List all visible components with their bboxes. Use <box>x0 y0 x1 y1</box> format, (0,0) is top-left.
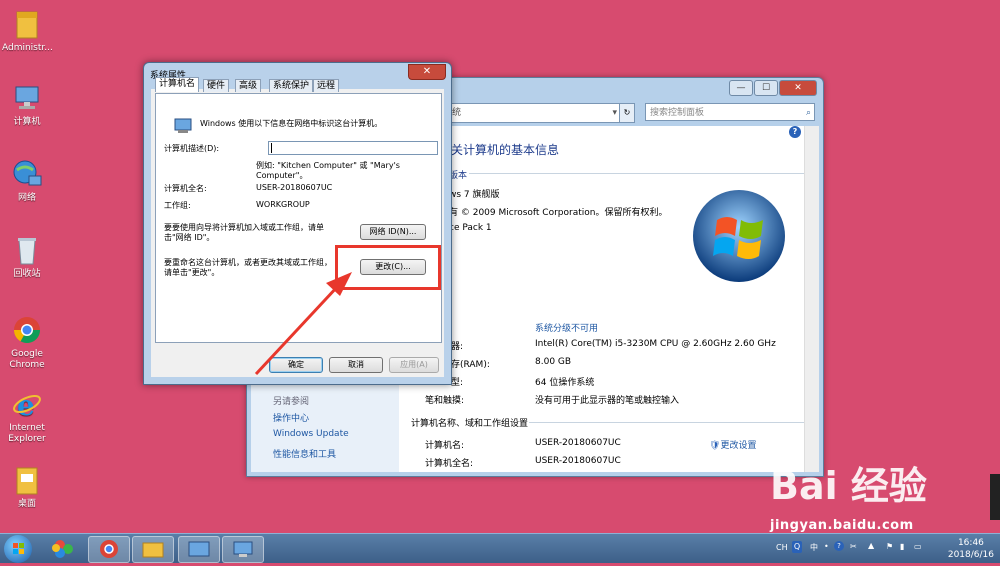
lang-indicator[interactable]: CH <box>776 543 788 552</box>
battery-icon[interactable]: ▭ <box>914 542 922 551</box>
taskbar-app-explorer[interactable] <box>132 536 174 563</box>
folder-icon <box>142 542 164 558</box>
ime-icon[interactable]: Q <box>792 541 802 553</box>
side-panel-strip <box>990 474 1000 520</box>
pinwheel-icon <box>52 540 73 558</box>
start-button[interactable] <box>4 535 32 563</box>
help-icon[interactable]: ? <box>834 541 844 551</box>
windows-flag-icon <box>13 543 24 554</box>
punctuation-icon[interactable]: • <box>824 542 829 551</box>
clock-time: 16:46 <box>957 538 984 548</box>
network-tray-icon[interactable]: ▮ <box>900 542 904 551</box>
chrome-icon <box>100 540 118 558</box>
flag-icon[interactable]: ⚑ <box>886 542 893 551</box>
taskbar-app-control-panel[interactable] <box>178 536 220 563</box>
baidu-watermark: Bai 经验 <box>770 464 927 508</box>
clock-date: 2018/6/16 <box>947 550 994 560</box>
taskbar-app-chrome[interactable] <box>88 536 130 563</box>
computer-icon <box>233 541 253 557</box>
tray-expand-icon[interactable]: ▲ <box>868 541 874 550</box>
tools-icon[interactable]: ✂ <box>850 542 857 551</box>
clock[interactable]: 16:46 2018/6/16 <box>948 537 994 561</box>
taskbar: CH Q 中 • ? ✂ ▲ ⚑ ▮ ▭ 16:46 2018/6/16 <box>0 533 1000 563</box>
taskbar-app-pinwheel[interactable] <box>44 536 84 561</box>
control-panel-icon <box>188 541 210 557</box>
taskbar-app-system[interactable] <box>222 536 264 563</box>
baidu-watermark-url: jingyan.baidu.com <box>770 518 914 533</box>
ime-mode[interactable]: 中 <box>810 542 818 553</box>
